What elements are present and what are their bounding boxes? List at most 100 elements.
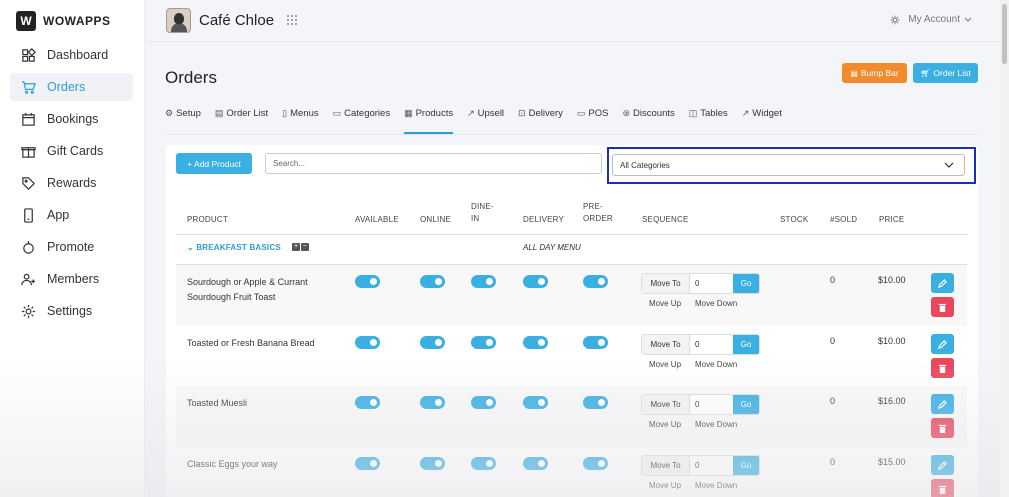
category-group-toggle[interactable]: ⌄ BREAKFAST BASICS — [187, 243, 281, 252]
dine-in-toggle[interactable] — [471, 396, 496, 409]
dine-in-toggle[interactable] — [471, 336, 496, 349]
members-icon — [20, 271, 36, 287]
bump-bar-label: Bump Bar — [860, 68, 899, 78]
table-icon: ◫ — [688, 108, 698, 118]
tab-products[interactable]: ▦ Products — [404, 106, 454, 134]
go-button[interactable]: Go — [733, 456, 759, 475]
brand-name: WOWAPPS — [43, 14, 111, 28]
tab-order-list[interactable]: ▤ Order List — [215, 106, 268, 134]
sidebar-item-bookings[interactable]: Bookings — [10, 105, 133, 133]
order-list-button[interactable]: 🛒︎ Order List — [913, 63, 978, 83]
move-down-button[interactable]: Move Down — [695, 299, 737, 308]
bump-bar-button[interactable]: ▤ Bump Bar — [842, 63, 907, 83]
grid-icon[interactable] — [286, 14, 298, 26]
expand-icon[interactable]: + — [292, 243, 300, 251]
sidebar-item-dashboard[interactable]: Dashboard — [10, 41, 133, 69]
delete-button[interactable] — [931, 358, 954, 378]
delete-button[interactable] — [931, 479, 954, 497]
available-toggle[interactable] — [355, 275, 380, 288]
move-up-button[interactable]: Move Up — [649, 420, 681, 429]
available-toggle[interactable] — [355, 457, 380, 470]
sidebar-item-app[interactable]: App — [10, 201, 133, 229]
sidebar-item-rewards[interactable]: Rewards — [10, 169, 133, 197]
move-down-button[interactable]: Move Down — [695, 481, 737, 490]
pre-order-toggle[interactable] — [583, 336, 608, 349]
online-toggle[interactable] — [420, 275, 445, 288]
header-dine-in-line2: IN — [471, 214, 480, 223]
tab-discounts[interactable]: ⊛ Discounts — [622, 106, 674, 134]
table-row: Toasted Muesli Move To 0 Go Move Up Move … — [176, 386, 967, 447]
tab-setup[interactable]: ⚙ Setup — [165, 106, 201, 134]
scrollbar-thumb[interactable] — [1002, 4, 1007, 64]
account-menu[interactable]: My Account — [890, 14, 972, 25]
move-up-button[interactable]: Move Up — [649, 360, 681, 369]
pencil-icon — [938, 339, 947, 349]
order-list-label: Order List — [933, 68, 971, 78]
sequence-input[interactable]: 0 — [690, 335, 733, 354]
tab-tables[interactable]: ◫ Tables — [689, 106, 728, 134]
chevron-down-icon — [944, 162, 954, 168]
edit-button[interactable] — [931, 273, 954, 293]
sidebar-item-label: App — [47, 208, 70, 222]
delivery-toggle[interactable] — [523, 275, 548, 288]
edit-button[interactable] — [931, 455, 954, 475]
phone-icon — [20, 207, 36, 223]
go-button[interactable]: Go — [733, 335, 759, 354]
store-logo[interactable] — [166, 8, 191, 33]
tab-upsell[interactable]: ↗ Upsell — [467, 106, 504, 134]
store-name[interactable]: Café Chloe — [199, 12, 274, 29]
move-down-button[interactable]: Move Down — [695, 360, 737, 369]
available-toggle[interactable] — [355, 336, 380, 349]
page-scrollbar[interactable] — [1000, 0, 1009, 497]
table-row: Sourdough or Apple & Currant Sourdough F… — [176, 265, 967, 326]
move-down-button[interactable]: Move Down — [695, 420, 737, 429]
move-up-button[interactable]: Move Up — [649, 299, 681, 308]
go-button[interactable]: Go — [733, 274, 759, 293]
sequence-input[interactable]: 0 — [690, 395, 733, 414]
tab-label: Delivery — [528, 108, 563, 119]
available-toggle[interactable] — [355, 396, 380, 409]
sidebar-item-members[interactable]: Members — [10, 265, 133, 293]
delivery-toggle[interactable] — [523, 457, 548, 470]
tab-label: Menus — [290, 108, 319, 119]
sidebar-item-promote[interactable]: Promote — [10, 233, 133, 261]
search-input[interactable]: Search... — [265, 153, 602, 174]
edit-button[interactable] — [931, 334, 954, 354]
online-toggle[interactable] — [420, 396, 445, 409]
tab-widget[interactable]: ↗ Widget — [742, 106, 782, 134]
pre-order-toggle[interactable] — [583, 457, 608, 470]
tab-pos[interactable]: ▭ POS — [577, 106, 609, 134]
online-toggle[interactable] — [420, 336, 445, 349]
sold-count: 0 — [830, 396, 836, 406]
move-up-button[interactable]: Move Up — [649, 481, 681, 490]
sidebar-item-gift-cards[interactable]: Gift Cards — [10, 137, 133, 165]
pre-order-toggle[interactable] — [583, 275, 608, 288]
category-select[interactable]: All Categories — [612, 154, 965, 176]
delivery-toggle[interactable] — [523, 396, 548, 409]
category-group-row: ⌄ BREAKFAST BASICS + − ALL DAY MENU — [176, 237, 967, 264]
edit-button[interactable] — [931, 394, 954, 414]
delete-button[interactable] — [931, 418, 954, 438]
collapse-icon[interactable]: − — [301, 243, 309, 251]
sidebar-item-settings[interactable]: Settings — [10, 297, 133, 325]
go-button[interactable]: Go — [733, 395, 759, 414]
products-card: + Add Product Search... All Categories P… — [166, 145, 978, 497]
add-product-button[interactable]: + Add Product — [176, 153, 252, 174]
tab-delivery[interactable]: ⊡ Delivery — [518, 106, 563, 134]
sequence-input[interactable]: 0 — [690, 274, 733, 293]
header-product: PRODUCT — [187, 215, 228, 224]
delivery-toggle[interactable] — [523, 336, 548, 349]
pre-order-toggle[interactable] — [583, 396, 608, 409]
delete-button[interactable] — [931, 297, 954, 317]
sequence-input[interactable]: 0 — [690, 456, 733, 475]
tab-categories[interactable]: ▭ Categories — [333, 106, 390, 134]
move-to-label: Move To — [642, 395, 690, 414]
dine-in-toggle[interactable] — [471, 457, 496, 470]
brand[interactable]: W WOWAPPS — [16, 11, 111, 31]
online-toggle[interactable] — [420, 457, 445, 470]
sidebar-item-orders[interactable]: Orders — [10, 73, 133, 101]
gift-icon — [20, 143, 36, 159]
header-sequence: SEQUENCE — [642, 215, 689, 224]
dine-in-toggle[interactable] — [471, 275, 496, 288]
tab-menus[interactable]: ▯ Menus — [282, 106, 318, 134]
